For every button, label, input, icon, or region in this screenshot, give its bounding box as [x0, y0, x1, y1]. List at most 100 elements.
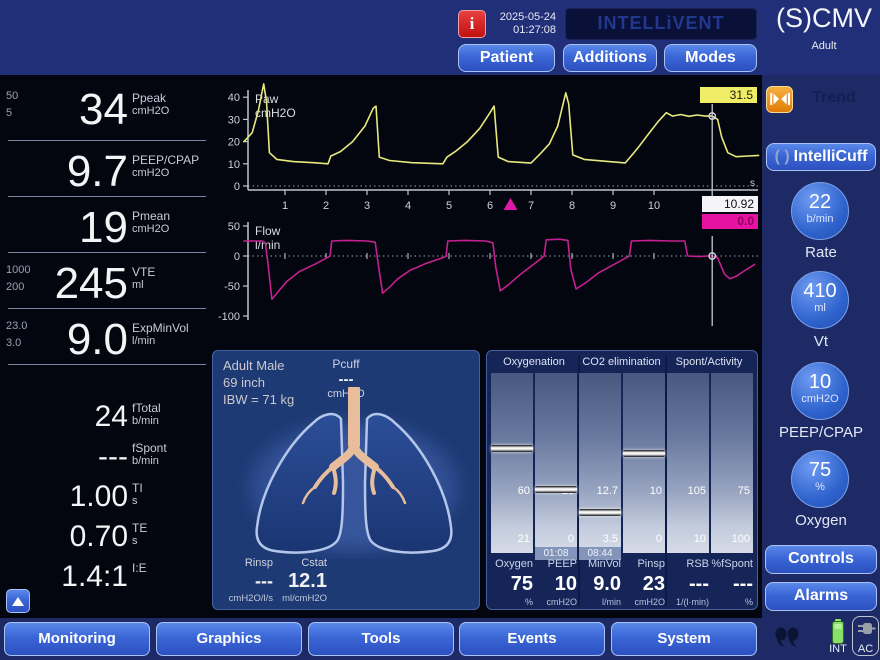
knob-value: 75 — [808, 459, 832, 481]
date-label: 2025-05-24 — [499, 11, 556, 23]
bottom-button-system[interactable]: System — [611, 622, 757, 656]
param-label: fSpont b/min — [132, 442, 167, 468]
monitor-param-pmean: 19 Pmean cmH2O — [0, 202, 210, 256]
param-value: 1.4:1 — [61, 560, 128, 593]
flow-chart[interactable]: 50 0 -50 -100 Flowl/min — [218, 216, 766, 342]
knob-vt[interactable]: 410 ml — [791, 271, 849, 329]
patient-sex-label: Adult Male — [223, 358, 285, 373]
limit-high: 50 — [6, 90, 19, 102]
param-unit: s — [132, 535, 138, 547]
gauge-section-oxygenation: Oxygenation — [503, 356, 565, 368]
gauge-range-top: 12.7 — [596, 485, 618, 497]
svg-text:-50: -50 — [224, 281, 240, 293]
gauge-section-spont-activity: Spont/Activity — [675, 356, 743, 368]
freeze-icon — [770, 92, 790, 106]
paw-chart[interactable]: 0102030401 2 3 4 5 6 7 8 9 10sPawcmH2O — [218, 82, 766, 220]
svg-text:20: 20 — [228, 137, 240, 149]
param-label: Ppeak cmH2O — [132, 92, 169, 118]
knob-unit: % — [815, 481, 825, 493]
gauge-range-bottom: 10 — [693, 533, 706, 545]
param-unit: cmH2O — [132, 223, 170, 235]
active-mode-label: (S)CMV — [776, 3, 872, 33]
svg-text:8: 8 — [569, 200, 575, 212]
alarms-button[interactable]: Alarms — [765, 582, 877, 611]
gauge-value-marker — [535, 486, 577, 494]
gauge-section-co2-elimination: CO2 elimination — [582, 356, 661, 368]
param-unit: ml — [132, 279, 144, 291]
page-up-button[interactable] — [6, 589, 30, 613]
svg-text:-100: -100 — [218, 311, 240, 323]
gauge-param-value: --- — [733, 573, 753, 595]
knob-label-oxygen: Oxygen — [795, 512, 847, 529]
info-icon[interactable]: i — [458, 10, 486, 38]
header-button-patient[interactable]: Patient — [458, 44, 555, 72]
gauge-param-rsb: RSB --- 1/(l·min) — [667, 557, 709, 608]
monitor-param-ppeak: 50 5 34 Ppeak cmH2O — [0, 84, 210, 138]
cstat-label: Cstat — [301, 557, 327, 569]
knob-value: 10 — [808, 371, 832, 393]
knob-label-vt: Vt — [813, 333, 829, 350]
limit-high: 23.0 — [6, 320, 28, 332]
alarm-limits: 23.0 3.0 — [6, 318, 27, 352]
cursor-line[interactable] — [708, 104, 717, 196]
gauge-param-unit: % — [524, 597, 533, 607]
param-value: 34 — [79, 85, 128, 134]
param-name: fTotal — [132, 401, 161, 415]
bottom-button-graphics[interactable]: Graphics — [156, 622, 302, 656]
ac-power-indicator: AC — [852, 616, 879, 656]
param-label: I:E — [132, 562, 147, 575]
gauge-param-label: Pinsp — [637, 558, 665, 570]
param-label: Pmean cmH2O — [132, 210, 170, 236]
gauge-range-bottom: 0 — [655, 533, 662, 545]
ventilator-screen: i 2025-05-24 01:27:08 INTELLiVENT (S)CMV… — [0, 0, 880, 660]
param-label: VTE ml — [132, 266, 155, 292]
param-value: 24 — [94, 400, 128, 433]
param-label: TI s — [132, 482, 143, 508]
paw-current-value-box: 31.5 — [700, 87, 757, 103]
knob-oxygen[interactable]: 75% — [791, 450, 849, 508]
controls-button[interactable]: Controls — [765, 545, 877, 574]
trend-button-disabled[interactable]: Trend — [796, 89, 872, 107]
gauge-param-label: RSB — [686, 558, 709, 570]
left-lung — [255, 412, 345, 554]
intellicuff-label: IntelliCuff — [793, 148, 868, 165]
ac-plug-icon — [857, 623, 875, 634]
gauge-param-unit: l/min — [601, 597, 621, 607]
gauge-range-top: 10 — [649, 485, 662, 497]
gauge-param-peep: PEEP 10 cmH2O — [535, 557, 577, 608]
svg-text:5: 5 — [446, 200, 452, 212]
datetime: 2025-05-24 01:27:08 — [488, 11, 556, 37]
gauge-range-bottom: 100 — [731, 533, 750, 545]
knob-rate[interactable]: 22 b/min — [791, 182, 849, 240]
monitor-param-ftotal: 24 fTotal b/min — [0, 398, 210, 436]
gauge-param-value: 23 — [642, 573, 665, 595]
header-button-modes[interactable]: Modes — [664, 44, 757, 72]
bottom-button-events[interactable]: Events — [459, 622, 605, 656]
gauge-param-unit: % — [744, 597, 753, 607]
knob-peep-cpap[interactable]: 10 cmH2O — [791, 362, 849, 420]
intellicuff-button[interactable]: ( ) IntelliCuff — [766, 143, 876, 171]
svg-text:3: 3 — [364, 200, 370, 212]
cursor-line[interactable] — [708, 236, 717, 326]
knob-unit: ml — [814, 302, 826, 314]
param-value: 0.70 — [69, 520, 128, 553]
intellivent-logo: INTELLiVENT — [565, 8, 757, 40]
svg-text:s: s — [750, 178, 755, 189]
bottom-button-monitoring[interactable]: Monitoring — [4, 622, 150, 656]
bottom-button-tools[interactable]: Tools — [308, 622, 454, 656]
monitor-param-vte: 1000 200 245 VTE ml — [0, 258, 210, 312]
param-label: TE s — [132, 522, 147, 548]
header-button-additions[interactable]: Additions — [563, 44, 657, 72]
param-value: 1.00 — [69, 480, 128, 513]
gauge-param-label: %fSpont — [711, 558, 753, 570]
gauge-param--fspont: %fSpont ---% — [711, 557, 753, 608]
param-name: ExpMinVol — [132, 321, 189, 335]
freeze-button[interactable] — [766, 86, 793, 113]
param-name: Pmean — [132, 209, 171, 223]
rinsp-unit: cmH2O/l/s — [228, 593, 273, 604]
separator — [8, 308, 206, 309]
param-name: fSpont — [132, 441, 167, 455]
gauge-param-value: --- — [689, 573, 709, 595]
svg-text:0: 0 — [234, 251, 240, 263]
svg-text:30: 30 — [228, 114, 240, 126]
